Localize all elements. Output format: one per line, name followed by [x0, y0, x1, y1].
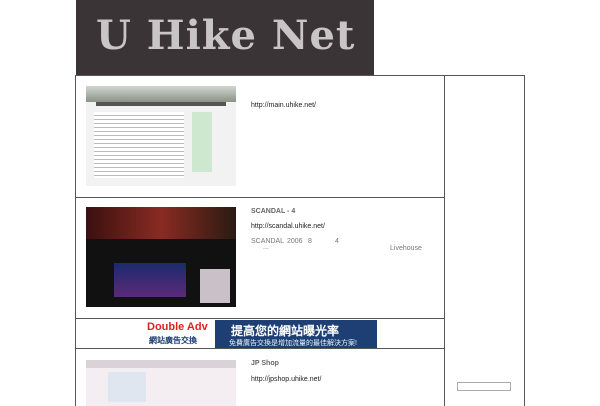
- entry-link[interactable]: http://jpshop.uhike.net/: [251, 376, 321, 383]
- thumbnail-nav: [86, 360, 236, 368]
- ad-brand: Double Adv: [147, 321, 208, 333]
- entry-title[interactable]: SCANDAL - 4: [251, 208, 295, 215]
- ad-headline: 提高您的網站曝光率: [231, 324, 340, 338]
- sidebar-input[interactable]: [457, 382, 511, 391]
- site-thumbnail-jpshop[interactable]: [86, 360, 236, 406]
- thumbnail-video: [114, 263, 186, 297]
- thumbnail-text: [94, 112, 184, 178]
- ad-tagline: 免費廣告交換是增加流量的最佳解決方案!: [229, 340, 357, 347]
- meta-ellipsis: ...: [263, 244, 269, 251]
- site-logo[interactable]: U Hike Net: [96, 12, 355, 59]
- meta-year: 2006: [287, 238, 303, 245]
- sidebar: [443, 75, 525, 406]
- thumbnail-poster: [200, 269, 230, 303]
- thumbnail-product: [108, 372, 146, 402]
- list-item: SCANDAL - 4 http://scandal.uhike.net/ SC…: [76, 197, 444, 319]
- meta-day: 4: [335, 238, 339, 245]
- meta-venue: Livehouse: [390, 245, 422, 252]
- site-thumbnail-main[interactable]: [86, 86, 236, 186]
- entry-link[interactable]: http://scandal.uhike.net/: [251, 223, 325, 230]
- ad-banner[interactable]: Double Adv 網站廣告交換 提高您的網站曝光率 免費廣告交換是增加流量的…: [143, 320, 377, 348]
- thumbnail-sidebar: [192, 112, 212, 172]
- ad-brand-sub: 網站廣告交換: [149, 336, 197, 345]
- thumbnail-header-art: [86, 207, 236, 239]
- site-thumbnail-scandal[interactable]: [86, 207, 236, 307]
- entry-link[interactable]: http://main.uhike.net/: [251, 102, 316, 109]
- ad-banner-logo-area: Double Adv 網站廣告交換: [143, 320, 215, 348]
- thumbnail-banner: [86, 86, 236, 102]
- ad-banner-row: Double Adv 網站廣告交換 提高您的網站曝光率 免費廣告交換是增加流量的…: [76, 318, 444, 349]
- thumbnail-nav: [96, 102, 226, 106]
- entry-title[interactable]: JP Shop: [251, 360, 279, 367]
- entry-meta: SCANDAL 2006 8 4 Livehouse ...: [251, 238, 441, 256]
- meta-month: 8: [308, 238, 312, 245]
- main-content: http://main.uhike.net/ SCANDAL - 4 http:…: [75, 75, 445, 406]
- list-item: http://main.uhike.net/: [76, 76, 444, 198]
- list-item: JP Shop http://jpshop.uhike.net/: [76, 349, 444, 406]
